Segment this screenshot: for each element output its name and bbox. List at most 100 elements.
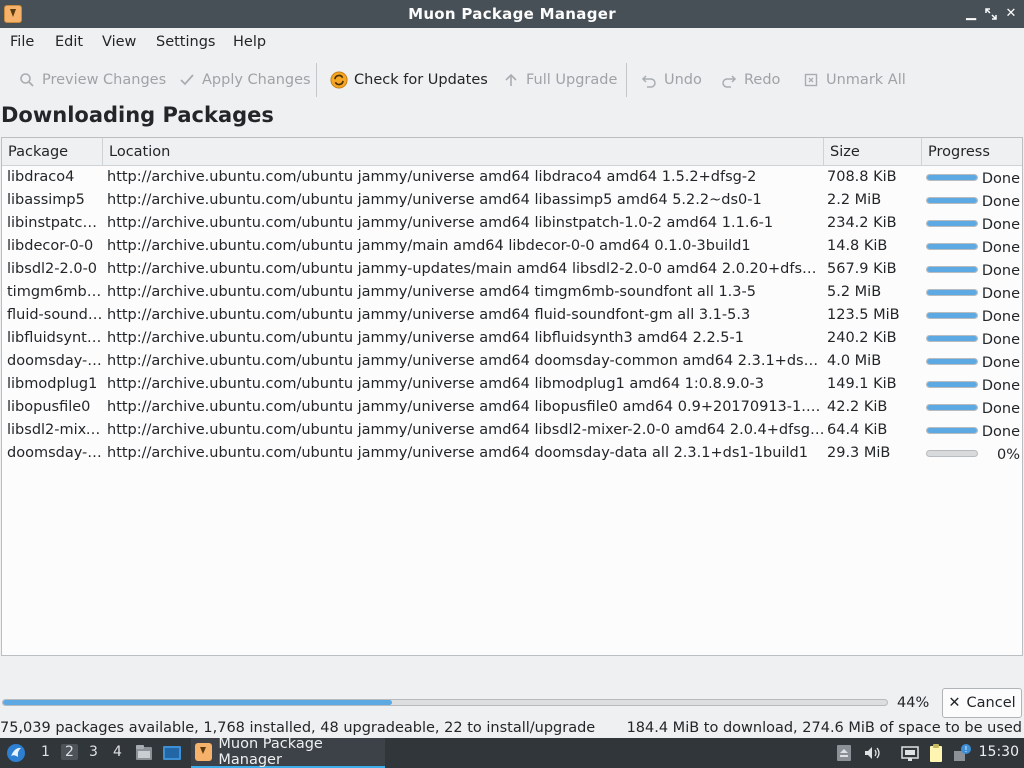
package-location: http://archive.ubuntu.com/ubuntu jammy/u… <box>107 307 751 323</box>
package-location: http://archive.ubuntu.com/ubuntu jammy/u… <box>107 169 757 185</box>
package-size: 4.0 MiB <box>827 353 882 369</box>
table-row[interactable]: doomsday-d… http://archive.ubuntu.com/ubu… <box>2 442 1022 465</box>
volume-icon[interactable] <box>862 743 882 763</box>
progress-bar <box>926 312 978 319</box>
apply-changes-button[interactable]: Apply Changes <box>178 69 311 91</box>
package-location: http://archive.ubuntu.com/ubuntu jammy-u… <box>107 261 825 277</box>
check-for-updates-button[interactable]: Check for Updates <box>330 69 488 91</box>
minimize-icon[interactable]: ▁ <box>962 5 980 23</box>
progress-bar-fill <box>927 382 977 387</box>
column-header-location[interactable]: Location <box>103 138 824 166</box>
column-header-progress[interactable]: Progress <box>922 138 1022 166</box>
package-size: 567.9 KiB <box>827 261 897 277</box>
progress-text: Done <box>981 401 1020 417</box>
file-manager-icon[interactable] <box>134 743 154 763</box>
window-titlebar[interactable]: Muon Package Manager ▁ ✕ <box>0 0 1024 28</box>
package-progress: Done <box>924 350 1022 373</box>
table-row[interactable]: libsdl2-mixe… http://archive.ubuntu.com/u… <box>2 419 1022 442</box>
taskbar: 1 2 3 4 Muon Package Manager ! 15:30 <box>0 736 1024 768</box>
menubar: File Edit View Settings Help <box>0 28 1024 58</box>
apply-changes-label: Apply Changes <box>202 72 311 88</box>
progress-bar <box>926 381 978 388</box>
package-name: libfluidsynth3 <box>7 330 105 346</box>
workspace-1[interactable]: 1 <box>41 744 50 760</box>
menu-edit[interactable]: Edit <box>55 34 83 50</box>
workspace-4[interactable]: 4 <box>113 744 122 760</box>
table-row[interactable]: fluid-soundf… http://archive.ubuntu.com/u… <box>2 304 1022 327</box>
package-size: 64.4 KiB <box>827 422 888 438</box>
redo-label: Redo <box>744 72 781 88</box>
progress-bar-fill <box>927 405 977 410</box>
undo-button[interactable]: Undo <box>640 69 702 91</box>
menu-help[interactable]: Help <box>233 34 266 50</box>
close-icon[interactable]: ✕ <box>1002 5 1020 23</box>
table-row[interactable]: libmodplug1 http://archive.ubuntu.com/ubu… <box>2 373 1022 396</box>
show-desktop-icon[interactable] <box>162 743 182 763</box>
svg-text:!: ! <box>964 745 967 754</box>
update-notifier-icon[interactable]: ! <box>952 743 972 763</box>
workspace-2[interactable]: 2 <box>61 744 78 760</box>
package-size: 29.3 MiB <box>827 445 891 461</box>
start-menu-icon[interactable] <box>6 743 26 763</box>
eject-icon[interactable] <box>834 743 854 763</box>
table-row[interactable]: libdraco4 http://archive.ubuntu.com/ubunt… <box>2 166 1022 189</box>
workspace-3[interactable]: 3 <box>89 744 98 760</box>
progress-text: Done <box>981 217 1020 233</box>
refresh-icon <box>330 71 348 89</box>
package-progress: 0% <box>924 442 1022 465</box>
table-row[interactable]: libfluidsynth3 http://archive.ubuntu.com/… <box>2 327 1022 350</box>
package-size: 149.1 KiB <box>827 376 897 392</box>
taskbar-task-muon[interactable]: Muon Package Manager <box>191 736 385 768</box>
maximize-icon[interactable] <box>982 5 1000 23</box>
package-progress: Done <box>924 281 1022 304</box>
package-size: 5.2 MiB <box>827 284 882 300</box>
package-progress: Done <box>924 212 1022 235</box>
package-progress: Done <box>924 258 1022 281</box>
package-name: fluid-soundf… <box>7 307 105 323</box>
table-row[interactable]: libdecor-0-0 http://archive.ubuntu.com/ub… <box>2 235 1022 258</box>
progress-bar-fill <box>927 359 977 364</box>
menu-file[interactable]: File <box>10 34 34 50</box>
package-name: libdraco4 <box>7 169 75 185</box>
progress-text: Done <box>981 378 1020 394</box>
package-name: timgm6mb-… <box>7 284 105 300</box>
table-row[interactable]: libsdl2-2.0-0 http://archive.ubuntu.com/u… <box>2 258 1022 281</box>
package-size: 2.2 MiB <box>827 192 882 208</box>
progress-bar-fill <box>927 313 977 318</box>
table-row[interactable]: timgm6mb-… http://archive.ubuntu.com/ubun… <box>2 281 1022 304</box>
column-header-package[interactable]: Package <box>2 138 103 166</box>
preview-changes-button[interactable]: Preview Changes <box>18 69 166 91</box>
table-row[interactable]: doomsday-c… http://archive.ubuntu.com/ubu… <box>2 350 1022 373</box>
progress-bar <box>926 427 978 434</box>
table-row[interactable]: libopusfile0 http://archive.ubuntu.com/ub… <box>2 396 1022 419</box>
package-name: libdecor-0-0 <box>7 238 94 254</box>
redo-button[interactable]: Redo <box>720 69 780 91</box>
redo-icon <box>720 71 738 89</box>
progress-bar-fill <box>927 336 977 341</box>
unmark-icon <box>802 71 820 89</box>
network-icon[interactable] <box>900 743 920 763</box>
package-progress: Done <box>924 396 1022 419</box>
package-location: http://archive.ubuntu.com/ubuntu jammy/u… <box>107 399 825 415</box>
full-upgrade-button[interactable]: Full Upgrade <box>502 69 617 91</box>
column-header-size[interactable]: Size <box>824 138 922 166</box>
table-row[interactable]: libinstpatch-… http://archive.ubuntu.com/… <box>2 212 1022 235</box>
clipboard-icon[interactable] <box>926 743 946 763</box>
menu-settings[interactable]: Settings <box>156 34 215 50</box>
download-table[interactable]: Package Location Size Progress libdraco4… <box>1 137 1023 656</box>
progress-text: Done <box>981 286 1020 302</box>
package-progress: Done <box>924 373 1022 396</box>
toolbar-separator <box>316 63 317 97</box>
package-size: 240.2 KiB <box>827 330 897 346</box>
menu-view[interactable]: View <box>102 34 136 50</box>
package-location: http://archive.ubuntu.com/ubuntu jammy/u… <box>107 422 825 438</box>
cancel-button[interactable]: ✕ Cancel <box>942 688 1022 718</box>
package-progress: Done <box>924 166 1022 189</box>
clock: 15:30 <box>978 744 1019 760</box>
progress-bar <box>926 266 978 273</box>
package-location: http://archive.ubuntu.com/ubuntu jammy/u… <box>107 445 808 461</box>
overall-progress-fill <box>3 700 392 705</box>
unmark-all-button[interactable]: Unmark All <box>802 69 906 91</box>
package-progress: Done <box>924 327 1022 350</box>
table-row[interactable]: libassimp5 http://archive.ubuntu.com/ubun… <box>2 189 1022 212</box>
